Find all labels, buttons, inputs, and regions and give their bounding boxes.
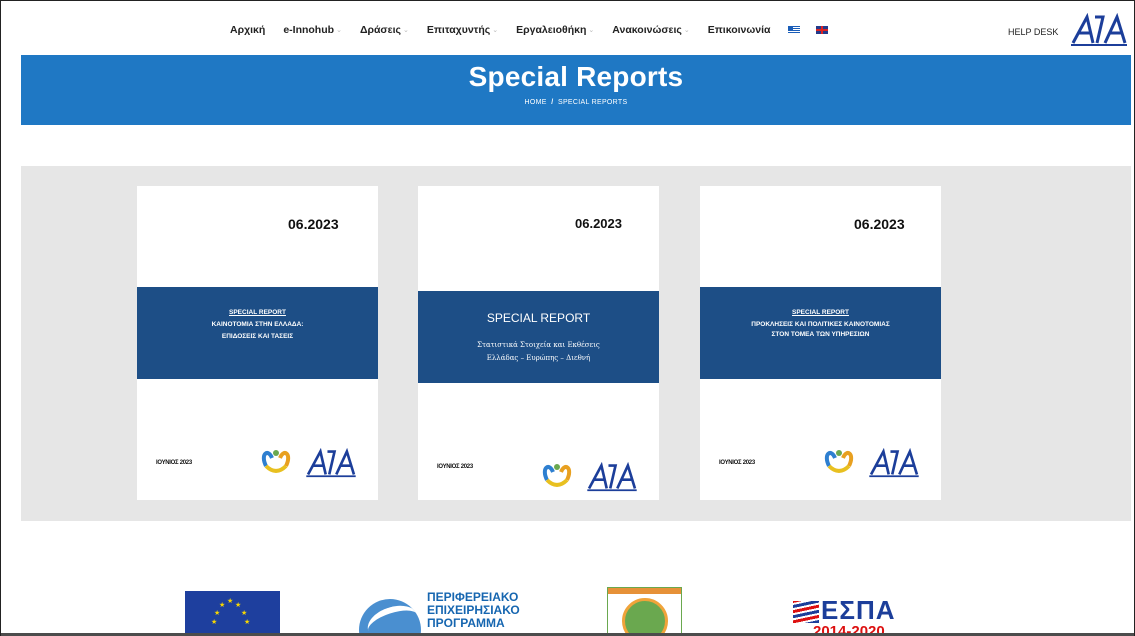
breadcrumb-current: SPECIAL REPORTS [557,99,628,106]
greek-flag-icon [793,601,819,623]
help-desk-link[interactable]: HELP DESK [1008,27,1058,37]
breadcrumb-home[interactable]: HOME [525,99,547,106]
report-title-line: Ελλάδας – Ευρώπης – Διεθνή [486,354,591,362]
greek-flag-icon[interactable] [788,26,801,34]
report-logos [258,444,360,478]
report-title-line: ΣΤΟΝ ΤΟΜΕΑ ΤΩΝ ΥΠΗΡΕΣΙΩΝ [771,331,870,338]
breadcrumb: HOME / SPECIAL REPORTS [21,99,1131,106]
nav-item-accelerator[interactable]: Επιταχυντής ⌄ [427,24,498,36]
agda-logo [869,448,919,478]
agda-logo [306,448,356,478]
espa-text: ΕΣΠΑ [821,595,896,625]
star-icon: ★ [241,610,248,617]
nav-item-home[interactable]: Αρχική [230,24,265,36]
partner-logos: ★ ★ ★ ★ ★ ★ ★ ΠΕΡΙΦΕΡΕΙΑΚΟ ΕΠΙΧΕΙΡΗΣΙΑΚΟ… [1,581,1134,636]
report-title-line: Στατιστικά Στοιχεία και Εκθέσεις [477,341,600,349]
nav-item-actions[interactable]: Δράσεις ⌄ [360,24,409,36]
star-icon: ★ [235,602,242,609]
report-title-line: ΚΑΙΝΟΤΟΜΙΑ ΣΤΗΝ ΕΛΛΑΔΑ: [211,321,304,328]
report-card[interactable]: 06.2023 SPECIAL REPORT ΚΑΙΝΟΤΟΜΙΑ ΣΤΗΝ Ε… [137,186,378,500]
site-logo[interactable] [1069,13,1129,47]
star-icon: ★ [219,602,226,609]
report-logos [821,444,923,478]
report-footer-date: ΙΟΥΝΙΟΣ 2023 [719,460,755,466]
nav-item-label: Εργαλειοθήκη [516,24,587,36]
report-footer-date: ΙΟΥΝΙΟΣ 2023 [437,464,473,470]
star-icon: ★ [211,619,218,626]
report-title-line: ΕΠΙΔΟΣΕΙΣ ΚΑΙ ΤΑΣΕΙΣ [221,333,294,340]
report-date: 06.2023 [575,216,622,231]
star-icon: ★ [227,598,234,605]
report-footer-date: ΙΟΥΝΙΟΣ 2023 [156,460,192,466]
regional-program-text: ΠΕΡΙΦΕΡΕΙΑΚΟ ΕΠΙΧΕΙΡΗΣΙΑΚΟ ΠΡΟΓΡΑΜΜΑ [427,591,520,630]
page-title: Special Reports [468,61,684,92]
report-logos [539,458,641,492]
nav-item-announcements[interactable]: Ανακοινώσεις ⌄ [612,24,689,36]
e-innohub-logo [824,450,854,473]
page-hero: Special Reports HOME / SPECIAL REPORTS [21,55,1131,125]
report-type: SPECIAL REPORT [486,311,591,325]
nav-item-label: Ανακοινώσεις [612,24,682,36]
report-cover-band: SPECIAL REPORT Στατιστικά Στοιχεία και Ε… [418,291,659,383]
nav-item-e-innohub[interactable]: e-Innohub ⌄ [283,24,342,36]
nav-item-label: Αρχική [230,24,266,36]
nav-item-contact[interactable]: Επικοινωνία [708,24,771,36]
star-icon: ★ [244,619,251,626]
page-frame: Αρχική e-Innohub ⌄ Δράσεις ⌄ Επιταχυντής ⌄ … [0,0,1135,636]
report-cover-band: SPECIAL REPORT ΠΡΟΚΛΗΣΕΙΣ ΚΑΙ ΠΟΛΙΤΙΚΕΣ … [700,287,941,379]
report-cover-band: SPECIAL REPORT ΚΑΙΝΟΤΟΜΙΑ ΣΤΗΝ ΕΛΛΑΔΑ: Ε… [137,287,378,379]
star-icon: ★ [214,610,221,617]
chevron-down-icon: ⌄ [336,27,342,34]
nav-item-label: e-Innohub [283,24,335,36]
chevron-down-icon: ⌄ [402,27,409,34]
nav-item-label: Επικοινωνία [707,24,771,36]
uk-flag-icon[interactable] [816,26,829,34]
rural-development-emblem [622,598,668,636]
breadcrumb-separator: / [551,99,554,106]
nav-item-toolbox[interactable]: Εργαλειοθήκη ⌄ [516,24,594,36]
top-navigation: Αρχική e-Innohub ⌄ Δράσεις ⌄ Επιταχυντής ⌄ … [1,1,1134,55]
report-date: 06.2023 [854,216,905,232]
regional-program-line: ΠΡΟΓΡΑΜΜΑ [427,616,505,630]
report-card[interactable]: 06.2023 SPECIAL REPORT Στατιστικά Στοιχε… [418,186,659,500]
chevron-down-icon: ⌄ [683,27,690,34]
rural-development-header [608,588,681,594]
report-date: 06.2023 [288,216,339,232]
report-type: SPECIAL REPORT [229,309,286,316]
rural-development-logo [607,587,682,636]
nav-item-label: Δράσεις [359,24,401,36]
regional-program-logo: ΠΕΡΙΦΕΡΕΙΑΚΟ ΕΠΙΧΕΙΡΗΣΙΑΚΟ ΠΡΟΓΡΑΜΜΑ [359,589,529,636]
nav-item-label: Επιταχυντής [426,24,491,36]
regional-program-emblem [359,599,421,636]
chevron-down-icon: ⌄ [588,27,595,34]
main-menu: Αρχική e-Innohub ⌄ Δράσεις ⌄ Επιταχυντής ⌄ … [230,24,844,36]
report-type: SPECIAL REPORT [792,309,849,316]
e-innohub-logo [261,450,291,473]
report-card[interactable]: 06.2023 SPECIAL REPORT ΠΡΟΚΛΗΣΕΙΣ ΚΑΙ ΠΟ… [700,186,941,500]
agda-logo [587,462,637,492]
eu-flag-logo: ★ ★ ★ ★ ★ ★ ★ [185,591,280,636]
espa-logo: ΕΣΠΑ 2014-2020 [793,595,913,636]
chevron-down-icon: ⌄ [492,27,499,34]
e-innohub-logo [542,464,572,487]
